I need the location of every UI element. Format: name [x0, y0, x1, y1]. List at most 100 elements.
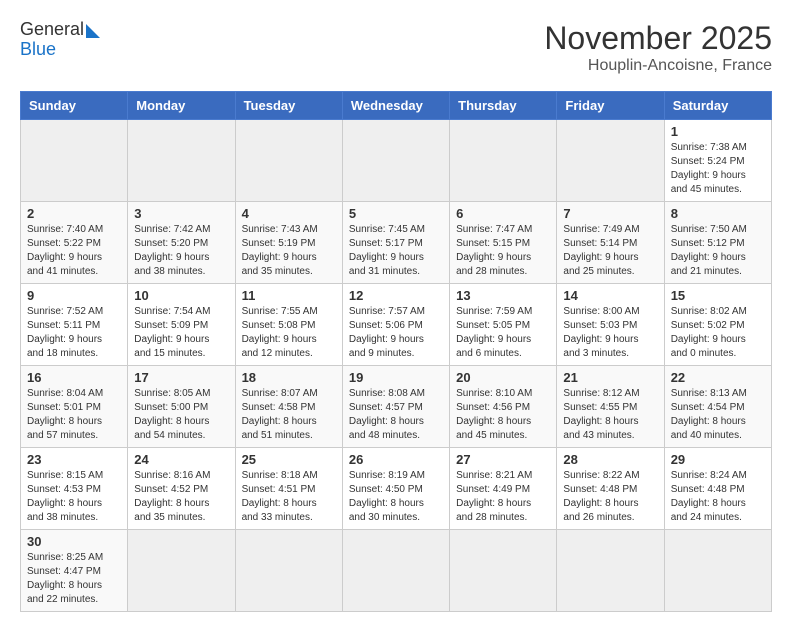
day-number: 20 — [456, 370, 550, 385]
day-number: 25 — [242, 452, 336, 467]
calendar-cell: 12Sunrise: 7:57 AM Sunset: 5:06 PM Dayli… — [342, 284, 449, 366]
calendar-week-row: 16Sunrise: 8:04 AM Sunset: 5:01 PM Dayli… — [21, 366, 772, 448]
day-info: Sunrise: 8:25 AM Sunset: 4:47 PM Dayligh… — [27, 551, 121, 607]
day-info: Sunrise: 7:52 AM Sunset: 5:11 PM Dayligh… — [27, 305, 121, 361]
day-number: 27 — [456, 452, 550, 467]
day-info: Sunrise: 8:07 AM Sunset: 4:58 PM Dayligh… — [242, 387, 336, 443]
day-info: Sunrise: 7:40 AM Sunset: 5:22 PM Dayligh… — [27, 223, 121, 279]
calendar-week-row: 23Sunrise: 8:15 AM Sunset: 4:53 PM Dayli… — [21, 448, 772, 530]
calendar-cell: 16Sunrise: 8:04 AM Sunset: 5:01 PM Dayli… — [21, 366, 128, 448]
calendar-cell — [342, 120, 449, 202]
day-info: Sunrise: 8:18 AM Sunset: 4:51 PM Dayligh… — [242, 469, 336, 525]
calendar-week-row: 1Sunrise: 7:38 AM Sunset: 5:24 PM Daylig… — [21, 120, 772, 202]
day-number: 9 — [27, 288, 121, 303]
header: General Blue November 2025 Houplin-Ancoi… — [20, 20, 772, 75]
day-info: Sunrise: 8:24 AM Sunset: 4:48 PM Dayligh… — [671, 469, 765, 525]
day-info: Sunrise: 8:08 AM Sunset: 4:57 PM Dayligh… — [349, 387, 443, 443]
title-area: November 2025 Houplin-Ancoisne, France — [544, 20, 772, 75]
calendar-cell: 8 Sunrise: 7:50 AM Sunset: 5:12 PM Daylig… — [664, 202, 771, 284]
day-number: 17 — [134, 370, 228, 385]
day-header-saturday: Saturday — [664, 92, 771, 120]
day-number: 22 — [671, 370, 765, 385]
calendar-cell: 1Sunrise: 7:38 AM Sunset: 5:24 PM Daylig… — [664, 120, 771, 202]
calendar-cell: 11 Sunrise: 7:55 AM Sunset: 5:08 PM Dayli… — [235, 284, 342, 366]
day-number: 14 — [563, 288, 657, 303]
calendar-cell: 5 Sunrise: 7:45 AM Sunset: 5:17 PM Daylig… — [342, 202, 449, 284]
calendar-cell — [664, 530, 771, 612]
day-info: Sunrise: 8:13 AM Sunset: 4:54 PM Dayligh… — [671, 387, 765, 443]
calendar-cell: 17Sunrise: 8:05 AM Sunset: 5:00 PM Dayli… — [128, 366, 235, 448]
day-number: 2 — [27, 206, 121, 221]
day-info: Sunrise: 7:42 AM Sunset: 5:20 PM Dayligh… — [134, 223, 228, 279]
calendar-cell — [557, 120, 664, 202]
day-info: Sunrise: 8:02 AM Sunset: 5:02 PM Dayligh… — [671, 305, 765, 361]
logo-triangle-icon — [86, 24, 100, 38]
calendar-cell — [128, 120, 235, 202]
day-number: 5 — [349, 206, 443, 221]
calendar-cell: 19 Sunrise: 8:08 AM Sunset: 4:57 PM Dayli… — [342, 366, 449, 448]
day-header-thursday: Thursday — [450, 92, 557, 120]
calendar-cell: 26Sunrise: 8:19 AM Sunset: 4:50 PM Dayli… — [342, 448, 449, 530]
day-info: Sunrise: 8:10 AM Sunset: 4:56 PM Dayligh… — [456, 387, 550, 443]
day-number: 16 — [27, 370, 121, 385]
day-number: 23 — [27, 452, 121, 467]
day-number: 11 — [242, 288, 336, 303]
calendar-title: November 2025 — [544, 20, 772, 57]
calendar-cell — [235, 120, 342, 202]
calendar-cell — [450, 530, 557, 612]
day-number: 28 — [563, 452, 657, 467]
day-header-sunday: Sunday — [21, 92, 128, 120]
day-number: 19 — [349, 370, 443, 385]
day-number: 12 — [349, 288, 443, 303]
day-number: 8 — [671, 206, 765, 221]
calendar-cell: 23Sunrise: 8:15 AM Sunset: 4:53 PM Dayli… — [21, 448, 128, 530]
logo-word-general: General — [20, 20, 84, 40]
day-header-friday: Friday — [557, 92, 664, 120]
day-number: 1 — [671, 124, 765, 139]
calendar-cell: 3 Sunrise: 7:42 AM Sunset: 5:20 PM Daylig… — [128, 202, 235, 284]
day-number: 3 — [134, 206, 228, 221]
day-info: Sunrise: 7:49 AM Sunset: 5:14 PM Dayligh… — [563, 223, 657, 279]
day-number: 21 — [563, 370, 657, 385]
day-number: 13 — [456, 288, 550, 303]
calendar-cell: 20 Sunrise: 8:10 AM Sunset: 4:56 PM Dayli… — [450, 366, 557, 448]
day-info: Sunrise: 7:47 AM Sunset: 5:15 PM Dayligh… — [456, 223, 550, 279]
day-info: Sunrise: 7:50 AM Sunset: 5:12 PM Dayligh… — [671, 223, 765, 279]
day-header-wednesday: Wednesday — [342, 92, 449, 120]
calendar-table: SundayMondayTuesdayWednesdayThursdayFrid… — [20, 91, 772, 612]
calendar-cell: 27 Sunrise: 8:21 AM Sunset: 4:49 PM Dayli… — [450, 448, 557, 530]
day-info: Sunrise: 7:55 AM Sunset: 5:08 PM Dayligh… — [242, 305, 336, 361]
day-number: 24 — [134, 452, 228, 467]
day-number: 15 — [671, 288, 765, 303]
calendar-cell — [557, 530, 664, 612]
day-info: Sunrise: 8:21 AM Sunset: 4:49 PM Dayligh… — [456, 469, 550, 525]
calendar-week-row: 30Sunrise: 8:25 AM Sunset: 4:47 PM Dayli… — [21, 530, 772, 612]
calendar-cell: 28 Sunrise: 8:22 AM Sunset: 4:48 PM Dayli… — [557, 448, 664, 530]
calendar-cell: 14Sunrise: 8:00 AM Sunset: 5:03 PM Dayli… — [557, 284, 664, 366]
day-number: 6 — [456, 206, 550, 221]
calendar-cell: 9 Sunrise: 7:52 AM Sunset: 5:11 PM Daylig… — [21, 284, 128, 366]
day-info: Sunrise: 8:19 AM Sunset: 4:50 PM Dayligh… — [349, 469, 443, 525]
calendar-cell — [128, 530, 235, 612]
calendar-cell: 10Sunrise: 7:54 AM Sunset: 5:09 PM Dayli… — [128, 284, 235, 366]
day-info: Sunrise: 7:43 AM Sunset: 5:19 PM Dayligh… — [242, 223, 336, 279]
calendar-cell — [21, 120, 128, 202]
day-header-monday: Monday — [128, 92, 235, 120]
calendar-cell: 2 Sunrise: 7:40 AM Sunset: 5:22 PM Daylig… — [21, 202, 128, 284]
logo: General Blue — [20, 20, 100, 60]
calendar-cell: 24Sunrise: 8:16 AM Sunset: 4:52 PM Dayli… — [128, 448, 235, 530]
calendar-cell: 7 Sunrise: 7:49 AM Sunset: 5:14 PM Daylig… — [557, 202, 664, 284]
day-info: Sunrise: 7:45 AM Sunset: 5:17 PM Dayligh… — [349, 223, 443, 279]
calendar-cell: 4Sunrise: 7:43 AM Sunset: 5:19 PM Daylig… — [235, 202, 342, 284]
calendar-cell — [342, 530, 449, 612]
calendar-week-row: 2 Sunrise: 7:40 AM Sunset: 5:22 PM Daylig… — [21, 202, 772, 284]
calendar-cell — [235, 530, 342, 612]
logo-text-block: General Blue — [20, 20, 100, 60]
day-info: Sunrise: 8:22 AM Sunset: 4:48 PM Dayligh… — [563, 469, 657, 525]
day-header-tuesday: Tuesday — [235, 92, 342, 120]
calendar-cell: 22 Sunrise: 8:13 AM Sunset: 4:54 PM Dayli… — [664, 366, 771, 448]
calendar-cell: 25 Sunrise: 8:18 AM Sunset: 4:51 PM Dayli… — [235, 448, 342, 530]
day-number: 7 — [563, 206, 657, 221]
calendar-cell: 13Sunrise: 7:59 AM Sunset: 5:05 PM Dayli… — [450, 284, 557, 366]
day-number: 29 — [671, 452, 765, 467]
